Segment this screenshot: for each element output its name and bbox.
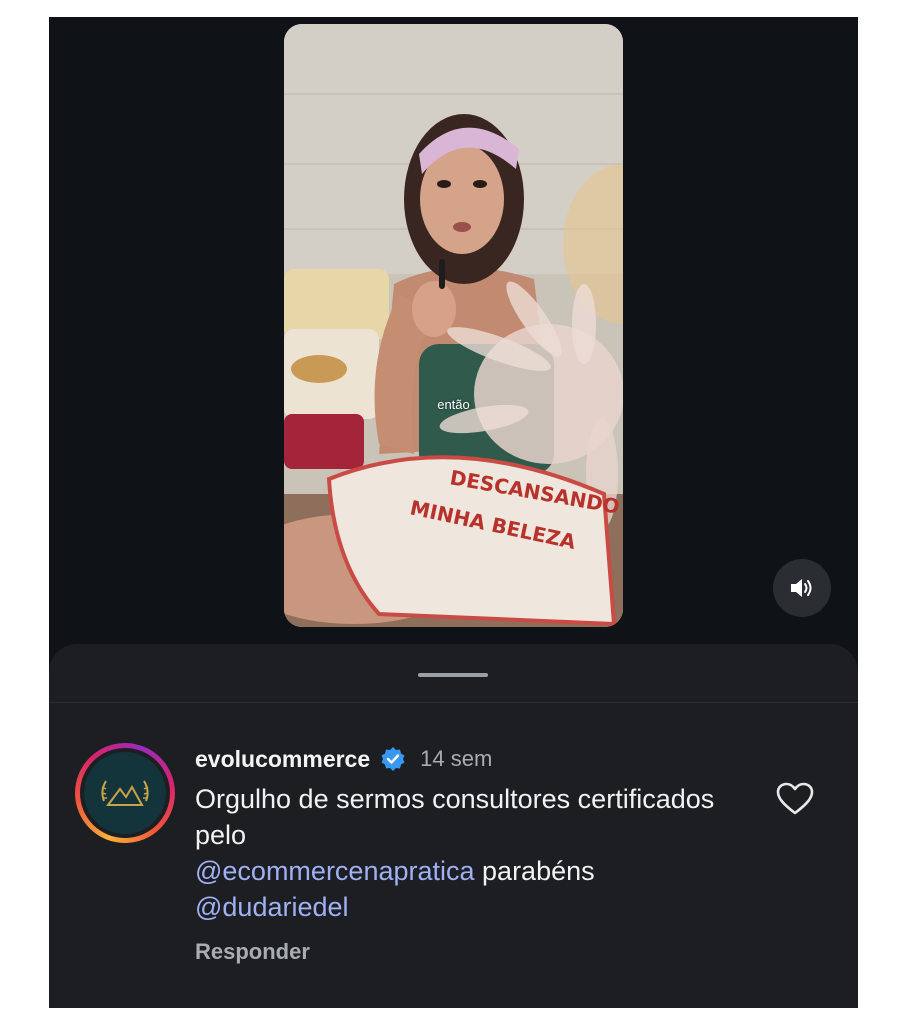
comments-sheet: evolucommerce 14 sem Orgulho de sermos c… [49, 644, 858, 1008]
like-button[interactable] [775, 781, 815, 817]
comment-username[interactable]: evolucommerce [195, 746, 370, 773]
reel-video[interactable]: DESCANSANDO MINHA BELEZA então [284, 24, 623, 627]
video-subtitle: então [437, 397, 470, 412]
brand-logo-icon [101, 780, 149, 806]
comment-timestamp: 14 sem [420, 746, 493, 771]
avatar-ring-gap [80, 748, 170, 838]
sheet-drag-handle[interactable] [418, 673, 488, 677]
reply-button[interactable]: Responder [195, 939, 755, 965]
mention-link-ecommercenapratica[interactable]: @ecommercenapratica [195, 856, 475, 886]
sheet-divider [49, 702, 858, 703]
video-frame: DESCANSANDO MINHA BELEZA [284, 24, 623, 627]
app-screen: DESCANSANDO MINHA BELEZA então evolucomm… [49, 17, 858, 1008]
comment: evolucommerce 14 sem Orgulho de sermos c… [195, 741, 755, 965]
heart-icon [776, 782, 814, 815]
comment-text-part1: Orgulho de sermos consultores certificad… [195, 784, 715, 850]
sound-toggle-button[interactable] [773, 559, 831, 617]
comment-body: Orgulho de sermos consultores certificad… [195, 781, 755, 925]
avatar[interactable] [75, 743, 175, 843]
comment-header: evolucommerce 14 sem [195, 741, 755, 777]
speaker-icon [791, 579, 812, 597]
comment-text-part2: parabéns [474, 856, 595, 886]
verified-badge-icon [381, 747, 405, 771]
mention-link-dudariedel[interactable]: @dudariedel [195, 892, 349, 922]
avatar-logo [84, 752, 166, 834]
